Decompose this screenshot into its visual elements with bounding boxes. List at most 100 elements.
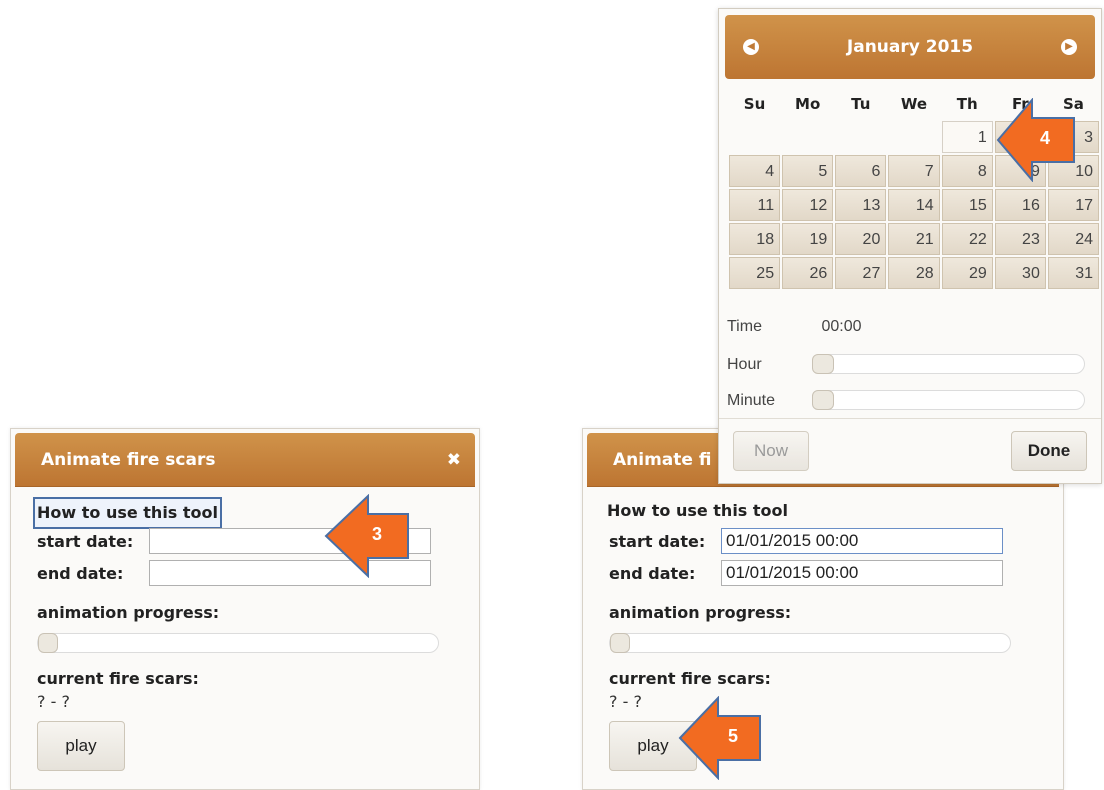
calendar-cell: 14 (888, 189, 940, 221)
end-date-row: end date: (609, 557, 1063, 589)
calendar-day[interactable]: 28 (888, 257, 940, 289)
minute-slider[interactable] (812, 390, 1085, 410)
dialog-titlebar[interactable]: Animate fire scars ✖ (15, 433, 475, 487)
calendar-day[interactable]: 30 (994, 257, 1046, 289)
end-date-input[interactable] (721, 560, 1003, 586)
current-fire-scars-label: current fire scars: (37, 669, 199, 688)
how-to-use-link[interactable]: How to use this tool (605, 497, 790, 525)
calendar-day[interactable]: 20 (835, 223, 887, 255)
calendar-day[interactable]: 27 (835, 257, 887, 289)
done-button[interactable]: Done (1011, 431, 1087, 471)
calendar-day[interactable]: 8 (941, 155, 993, 187)
animation-progress-slider[interactable] (37, 633, 439, 653)
calendar-day[interactable]: 31 (1047, 257, 1099, 289)
start-date-row: start date: (37, 525, 479, 557)
now-button[interactable]: Now (733, 431, 809, 471)
calendar-cell: 31 (1047, 257, 1099, 289)
calendar-day[interactable]: 5 (782, 155, 834, 187)
calendar-cell: 23 (994, 223, 1046, 255)
calendar-day[interactable]: 12 (782, 189, 834, 221)
next-month-icon[interactable]: ▶ (1061, 39, 1077, 55)
calendar-cell (782, 121, 833, 153)
calendar-cell: 1 (941, 121, 993, 153)
datetime-picker: ◀ January 2015 ▶ Su Mo Tu We Th Fr Sa 12… (718, 8, 1102, 484)
calendar-cell: 5 (782, 155, 834, 187)
step-number: 3 (372, 524, 383, 544)
dialog-title: Animate fire scars (41, 450, 216, 470)
how-to-use-link[interactable]: How to use this tool (33, 497, 223, 529)
datepicker-header: ◀ January 2015 ▶ (725, 15, 1095, 79)
time-row: Time 00:00 (727, 313, 862, 341)
calendar-cell: 8 (941, 155, 993, 187)
dialog-title: Animate fi (613, 450, 712, 470)
calendar-day[interactable]: 1 (941, 121, 993, 153)
weekday-label: We (900, 95, 928, 113)
calendar-week-row: 18 19 20 21 22 23 24 (729, 223, 1099, 255)
calendar-cell: 24 (1047, 223, 1099, 255)
calendar-day[interactable]: 18 (729, 223, 781, 255)
datepicker-month-title: January 2015 (846, 37, 974, 57)
calendar-day[interactable]: 24 (1047, 223, 1099, 255)
calendar-day[interactable]: 11 (729, 189, 781, 221)
calendar-cell: 11 (729, 189, 781, 221)
slider-handle[interactable] (812, 390, 834, 410)
step-4-callout: 4 (996, 97, 1076, 183)
hour-slider[interactable] (812, 354, 1085, 374)
calendar-week-row: 25 26 27 28 29 30 31 (729, 257, 1099, 289)
slider-handle[interactable] (812, 354, 834, 374)
calendar-cell: 21 (888, 223, 940, 255)
calendar-cell: 4 (729, 155, 781, 187)
calendar-cell: 19 (782, 223, 834, 255)
calendar-week-row: 11 12 13 14 15 16 17 (729, 189, 1099, 221)
calendar-day[interactable]: 21 (888, 223, 940, 255)
calendar-cell (888, 121, 939, 153)
calendar-cell: 27 (835, 257, 887, 289)
calendar-day[interactable]: 13 (835, 189, 887, 221)
end-date-label: end date: (609, 563, 696, 583)
calendar-cell: 13 (835, 189, 887, 221)
slider-handle[interactable] (38, 633, 58, 653)
calendar-day[interactable]: 26 (782, 257, 834, 289)
calendar-cell: 16 (994, 189, 1046, 221)
calendar-cell: 6 (835, 155, 887, 187)
calendar-day[interactable]: 25 (729, 257, 781, 289)
end-date-row: end date: (37, 557, 479, 589)
step-5-callout: 5 (678, 695, 762, 781)
calendar-day[interactable]: 14 (888, 189, 940, 221)
calendar-day[interactable]: 15 (941, 189, 993, 221)
animation-progress-slider[interactable] (609, 633, 1011, 653)
calendar-day[interactable]: 4 (729, 155, 781, 187)
calendar-day[interactable]: 19 (782, 223, 834, 255)
calendar-cell: 17 (1047, 189, 1099, 221)
calendar-cell: 29 (941, 257, 993, 289)
datepicker-footer: Now Done (719, 418, 1101, 483)
callout-arrow-icon (996, 97, 1075, 183)
calendar-cell: 30 (994, 257, 1046, 289)
calendar-day[interactable]: 23 (994, 223, 1046, 255)
calendar-cell: 18 (729, 223, 781, 255)
slider-handle[interactable] (610, 633, 630, 653)
step-3-callout: 3 (324, 493, 410, 579)
start-date-row: start date: (609, 525, 1063, 557)
step-number: 5 (728, 726, 739, 746)
start-date-label: start date: (37, 531, 134, 551)
callout-arrow-icon (324, 493, 409, 579)
calendar-cell (729, 121, 780, 153)
calendar-day[interactable]: 7 (888, 155, 940, 187)
calendar-day[interactable]: 17 (1047, 189, 1099, 221)
current-fire-scars-value: ? - ? (37, 692, 70, 711)
start-date-input[interactable] (721, 528, 1003, 554)
hour-label: Hour (727, 356, 762, 373)
close-icon[interactable]: ✖ (447, 433, 461, 487)
callout-arrow-icon (678, 695, 761, 781)
calendar-day[interactable]: 16 (994, 189, 1046, 221)
calendar-day[interactable]: 29 (941, 257, 993, 289)
animate-fire-scars-dialog-left: Animate fire scars ✖ How to use this too… (10, 428, 480, 790)
weekday-label: Su (743, 95, 766, 113)
calendar-day[interactable]: 6 (835, 155, 887, 187)
calendar-cell: 25 (729, 257, 781, 289)
calendar-cell (835, 121, 886, 153)
calendar-cell: 22 (941, 223, 993, 255)
calendar-day[interactable]: 22 (941, 223, 993, 255)
play-button[interactable]: play (37, 721, 125, 771)
